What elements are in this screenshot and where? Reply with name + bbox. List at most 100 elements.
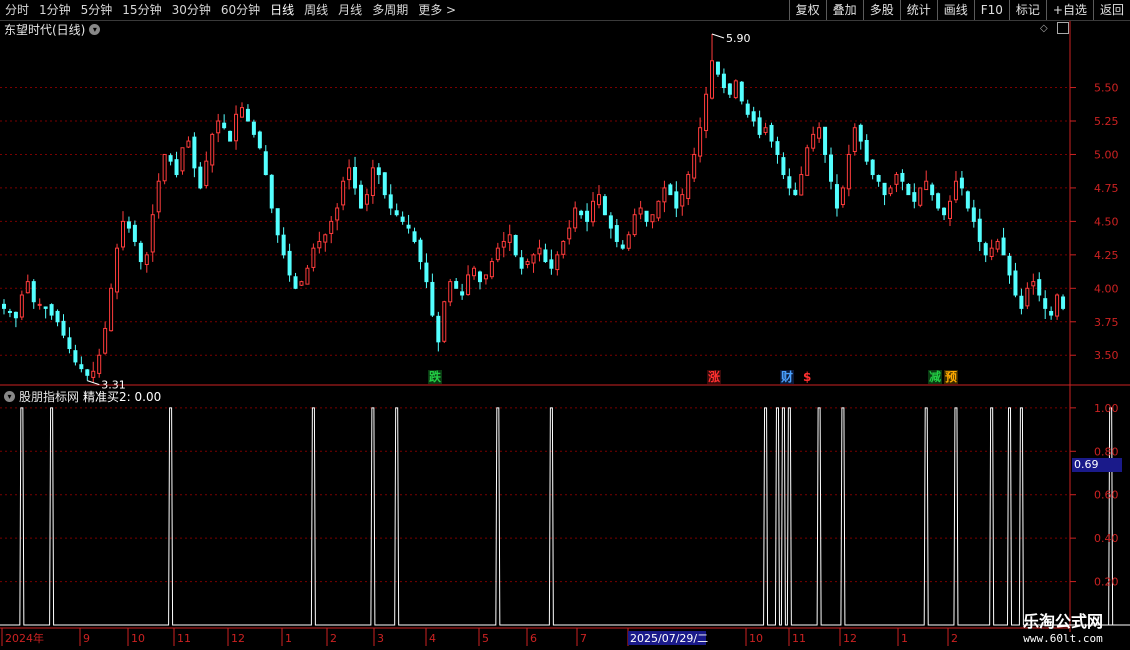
candle-body: [406, 224, 411, 229]
tool-button-4[interactable]: 画线: [936, 0, 974, 20]
candle-body: [299, 281, 304, 286]
tool-button-8[interactable]: 返回: [1092, 0, 1130, 20]
candle-body: [448, 281, 453, 303]
candle-body: [876, 175, 881, 182]
period-tab-10[interactable]: 更多 >: [413, 0, 461, 20]
period-tab-9[interactable]: 多周期: [367, 0, 413, 20]
event-marker-4[interactable]: 减: [928, 370, 943, 384]
diamond-icon[interactable]: ◇: [1040, 23, 1048, 34]
candle-body: [25, 281, 30, 294]
candle-body: [7, 310, 12, 313]
candle-body: [317, 240, 322, 249]
period-tab-0[interactable]: 分时: [0, 0, 34, 20]
period-tab-1[interactable]: 1分钟: [34, 0, 76, 20]
tool-button-5[interactable]: F10: [973, 0, 1009, 20]
period-tab-2[interactable]: 5分钟: [76, 0, 118, 20]
candle-body: [686, 174, 691, 199]
candle-body: [364, 194, 369, 205]
candle-body: [626, 234, 631, 249]
candle-body: [466, 274, 471, 296]
dropdown-icon[interactable]: ▾: [4, 391, 15, 402]
tool-button-2[interactable]: 多股: [862, 0, 900, 20]
watermark-url: www.60lt.com: [1023, 632, 1103, 645]
date-label: 12: [231, 632, 245, 645]
candle-body: [477, 271, 482, 283]
period-tab-5[interactable]: 60分钟: [216, 0, 265, 20]
period-tab-6[interactable]: 日线: [265, 0, 299, 20]
candle-body: [989, 247, 994, 257]
candle-body: [245, 108, 250, 122]
candle-body: [138, 242, 143, 263]
candle-body: [959, 177, 964, 189]
event-marker-0[interactable]: 跌: [428, 370, 443, 384]
chart-canvas[interactable]: 5.903.31 3.50 3.75 4.00 4.25 4.50 4.75 5.00 5.2…: [0, 0, 1130, 650]
candle-body: [591, 200, 596, 223]
candle-body: [460, 291, 465, 296]
candle-body: [519, 257, 524, 269]
candle-body: [638, 207, 643, 215]
candle-body: [49, 304, 54, 316]
candle-body: [341, 180, 346, 206]
candle-body: [1013, 270, 1018, 296]
candle-body: [953, 180, 958, 201]
candle-body: [329, 220, 334, 234]
event-marker-2[interactable]: 财: [780, 370, 795, 384]
dropdown-icon[interactable]: ▾: [89, 24, 101, 35]
candle-body: [775, 141, 780, 155]
event-marker-5[interactable]: 预: [944, 370, 959, 384]
date-label: 6: [530, 632, 537, 645]
candle-body: [156, 180, 161, 213]
period-tab-7[interactable]: 周线: [299, 0, 333, 20]
tool-button-3[interactable]: 统计: [899, 0, 937, 20]
candle-body: [721, 73, 726, 89]
date-label: 11: [177, 632, 191, 645]
candle-body: [781, 157, 786, 176]
candle-body: [376, 167, 381, 176]
candle-body: [132, 224, 137, 242]
candle-body: [983, 243, 988, 256]
period-tabs: 分时 1分钟 5分钟 15分钟 30分钟 60分钟 日线 周线 月线 多周期 更多 >: [0, 0, 461, 20]
period-tab-8[interactable]: 月线: [333, 0, 367, 20]
candle-body: [293, 276, 298, 289]
candle-body: [198, 166, 203, 189]
date-label: 2024年: [5, 631, 44, 645]
candle-body: [13, 311, 18, 319]
indicator-tick-label: 0.40: [1094, 532, 1119, 545]
candle-body: [573, 207, 578, 229]
candle-body: [543, 249, 548, 263]
candle-body: [210, 133, 215, 166]
tool-button-6[interactable]: 标记: [1008, 0, 1046, 20]
candle-body: [216, 120, 221, 134]
indicator-tick-label: 0.60: [1094, 489, 1119, 502]
candle-body: [680, 194, 685, 207]
candle-body: [126, 221, 131, 229]
candle-body: [67, 337, 72, 350]
candle-body: [745, 103, 750, 115]
candle-body: [531, 254, 536, 264]
stock-title: 东望时代(日线): [4, 23, 86, 37]
candle-body: [120, 220, 125, 248]
candle-body: [567, 227, 572, 240]
candle-body: [668, 184, 673, 196]
period-tab-4[interactable]: 30分钟: [167, 0, 216, 20]
candle-body: [805, 147, 810, 176]
tool-button-7[interactable]: +自选: [1045, 0, 1093, 20]
date-label: 10: [131, 632, 145, 645]
event-marker-1[interactable]: 涨: [707, 370, 722, 384]
date-label: 12: [843, 632, 857, 645]
candle-body: [144, 254, 149, 265]
event-marker-3[interactable]: $: [802, 370, 813, 384]
candle-body: [204, 160, 209, 187]
candle-body: [180, 147, 185, 172]
tool-button-0[interactable]: 复权: [788, 0, 826, 20]
period-tab-3[interactable]: 15分钟: [117, 0, 166, 20]
candle-body: [787, 176, 792, 189]
candle-body: [269, 174, 274, 209]
candle-body: [965, 191, 970, 209]
candle-body: [472, 267, 477, 277]
date-label: 2: [951, 632, 958, 645]
window-toggle-icon[interactable]: [1057, 22, 1069, 34]
tool-button-1[interactable]: 叠加: [825, 0, 863, 20]
indicator-tick-label: 1.00: [1094, 402, 1119, 415]
candle-body: [103, 327, 108, 354]
